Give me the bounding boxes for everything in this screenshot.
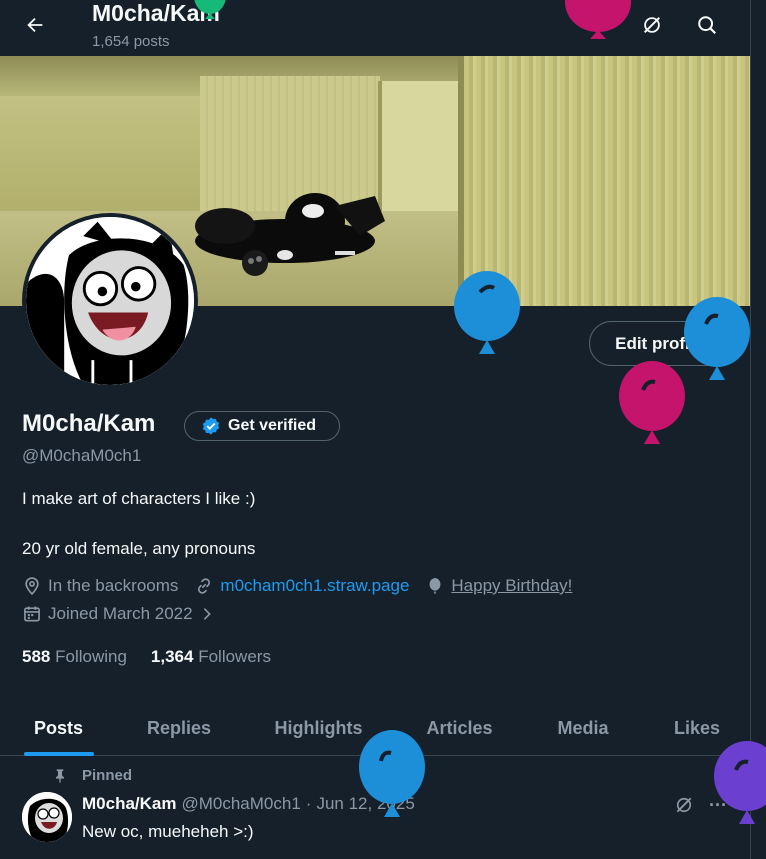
bio-line: 20 yr old female, any pronouns [22,539,256,558]
balloon-icon [429,578,441,594]
search-button[interactable] [690,8,724,42]
joined-text: Joined March 2022 [48,604,193,623]
website-link[interactable]: m0cham0ch1.straw.page [220,576,409,596]
followers-link[interactable]: 1,364 Followers [151,647,271,667]
balloon-pink [565,0,631,39]
tab-label: Media [557,717,609,738]
follow-stats: 588 Following 1,364 Followers [22,647,271,667]
post-separator: · [305,794,312,813]
birthday-item[interactable]: Happy Birthday! [425,576,572,596]
grok-icon [676,797,692,813]
get-verified-label: Get verified [228,417,317,434]
active-tab-indicator [23,752,94,756]
back-arrow-icon [27,17,43,33]
balloon-pink [619,361,685,444]
profile-handle: @M0chaM0ch1 [22,446,142,465]
balloon-green [194,0,226,19]
followers-label: Followers [198,647,271,666]
tab-media[interactable]: Media [523,700,643,756]
search-icon [698,16,717,35]
profile-meta-row: In the backrooms m0cham0ch1.straw.page H… [22,576,588,596]
tab-label: Articles [426,717,493,738]
tab-label: Likes [673,717,721,738]
display-name: M0cha/Kam [22,410,156,437]
back-button[interactable] [18,8,52,42]
chevron-right-icon [203,608,211,620]
header-post-count: 1,654 posts [92,33,170,50]
avatar-drawing [26,217,194,385]
tab-label: Posts [33,717,84,738]
tab-label: Highlights [274,717,363,738]
tab-posts[interactable]: Posts [0,700,117,756]
post-text: New oc, mueheheh >:) [82,822,254,841]
following-link[interactable]: 588 Following [22,647,127,667]
pin-icon [56,768,64,783]
banner-character-drawing [195,193,385,276]
tab-replies[interactable]: Replies [117,700,241,756]
pinned-indicator: Pinned [52,767,132,784]
post-author[interactable]: M0cha/Kam [82,794,176,814]
tab-label: Replies [146,717,212,738]
balloon-blue [359,730,425,817]
bio-line: I make art of characters I like :) [22,489,256,508]
get-verified-button[interactable]: Get verified [184,411,340,441]
pinned-label: Pinned [82,767,133,784]
location-icon [25,577,39,596]
following-count: 588 [22,647,51,666]
top-bar: M0cha/Kam 1,654 posts [0,0,750,56]
following-label: Following [55,647,127,666]
link-icon [198,578,211,594]
profile-avatar[interactable] [22,213,198,389]
post-avatar-drawing [22,792,72,842]
post-avatar[interactable] [22,792,72,842]
joined-item[interactable]: Joined March 2022 [22,604,215,624]
calendar-icon [24,606,40,622]
grok-icon [643,16,661,34]
balloon-blue [454,271,520,354]
balloon-purple [714,741,766,824]
birthday-link[interactable]: Happy Birthday! [451,576,572,596]
profile-bio: I make art of characters I like :) 20 yr… [22,486,255,561]
location-item: In the backrooms [22,576,178,596]
post-grok-button[interactable] [671,792,697,818]
followers-count: 1,364 [150,647,194,666]
location-text: In the backrooms [48,576,179,595]
grok-button[interactable] [635,8,669,42]
post-handle[interactable]: @M0chaM0ch1 [181,794,300,814]
verified-badge-icon [202,417,220,435]
website-item[interactable]: m0cham0ch1.straw.page [194,576,409,596]
balloon-blue [684,297,750,380]
joined-row: Joined March 2022 [22,604,231,624]
